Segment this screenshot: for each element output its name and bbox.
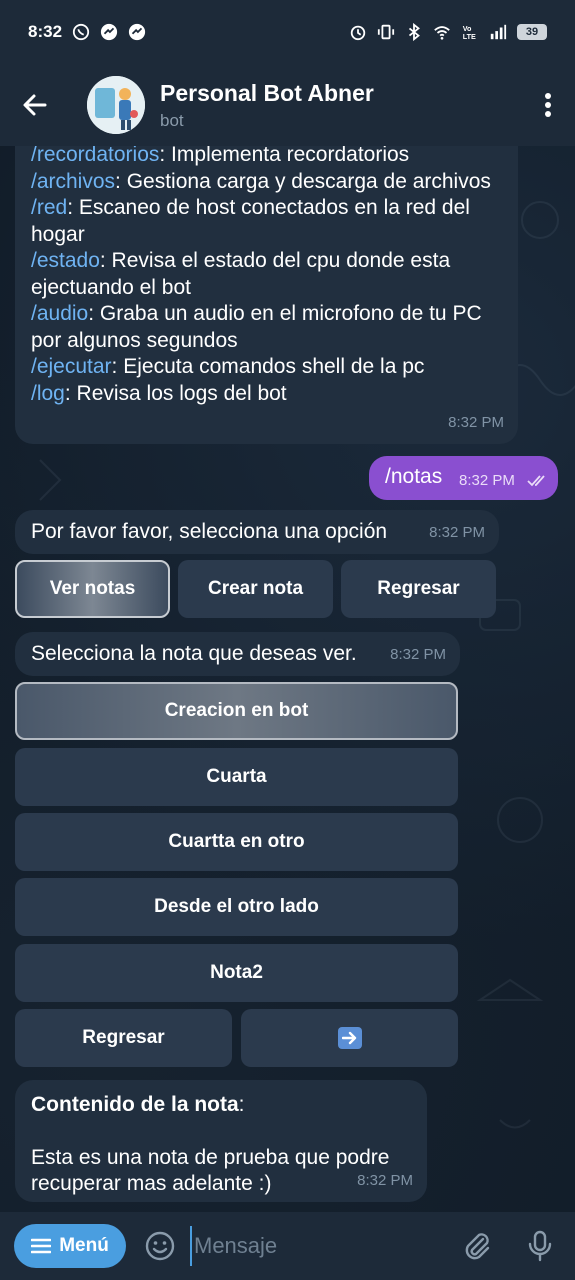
status-time: 8:32: [28, 22, 63, 41]
chat-subtitle: bot: [160, 110, 184, 130]
note-option-button[interactable]: Nota2: [15, 944, 458, 1002]
command-line: /log: Revisa los logs del bot: [31, 381, 287, 405]
chat-header: Personal Bot Abner bot: [0, 64, 575, 146]
bot-avatar[interactable]: [87, 76, 145, 134]
command-line: /red: Escaneo de host conectados en la r…: [31, 196, 470, 246]
outgoing-message: /notas 8:32 PM: [369, 456, 558, 500]
alarm-icon: [350, 25, 366, 41]
svg-text:LTE: LTE: [463, 32, 476, 41]
wifi-icon: [434, 26, 450, 40]
messenger-icon: [128, 23, 146, 41]
note-body: recuperar mas adelante :): [31, 1172, 272, 1195]
chat-title[interactable]: Personal Bot Abner: [160, 80, 374, 107]
volte-icon: VoLTE: [463, 24, 476, 41]
command-link[interactable]: /ejecutar: [31, 355, 112, 378]
message-time: 8:32 PM: [429, 523, 485, 541]
message-bubble-note: Contenido de la nota: Esta es una nota d…: [15, 1080, 427, 1202]
command-line: /recordatorios: Implementa recordatorios: [31, 146, 502, 169]
arrow-left-icon: [23, 94, 47, 116]
read-checkmarks-icon: [527, 475, 545, 487]
message-time: 8:32 PM: [357, 1171, 413, 1189]
message-time: 8:32 PM: [448, 413, 504, 431]
signal-icon: [490, 24, 507, 40]
message-input-bar: Menú: [0, 1212, 575, 1280]
regresar-button[interactable]: Regresar: [15, 1009, 232, 1067]
arrow-right-icon: [337, 1027, 362, 1049]
messenger-icon: [100, 23, 118, 41]
message-time: 8:32 PM: [390, 645, 446, 663]
regresar-button[interactable]: Regresar: [341, 560, 496, 618]
command-link[interactable]: /archivos: [31, 170, 115, 193]
message-bubble-prompt: Selecciona la nota que deseas ver. 8:32 …: [15, 632, 460, 676]
command-link[interactable]: /audio: [31, 302, 88, 325]
messages-list[interactable]: /recordatorios: Implementa recordatorios…: [0, 146, 575, 1212]
menu-icon: [31, 1238, 52, 1254]
note-title: Contenido de la nota: [31, 1093, 239, 1116]
command-line: /archivos: Gestiona carga y descarga de …: [31, 169, 491, 193]
bluetooth-icon: [408, 23, 420, 41]
ver-notas-button[interactable]: Ver notas: [15, 560, 170, 618]
note-option-button[interactable]: Desde el otro lado: [15, 878, 458, 936]
paperclip-icon[interactable]: [461, 1230, 493, 1262]
command-line: /audio: Graba un audio en el microfono d…: [31, 302, 482, 352]
message-bubble-commands: /recordatorios: Implementa recordatorios…: [15, 146, 518, 444]
note-option-button[interactable]: Creacion en bot: [15, 682, 458, 740]
status-bar: 8:32 Vo LTE 39: [0, 0, 575, 64]
more-vertical-icon: [545, 93, 551, 117]
vibrate-icon: [377, 24, 395, 40]
battery-icon: 39: [517, 24, 547, 40]
command-link[interactable]: /red: [31, 196, 67, 219]
more-options-button[interactable]: [521, 64, 575, 146]
command-link[interactable]: /recordatorios: [31, 146, 159, 166]
command-line: /ejecutar: Ejecuta comandos shell de la …: [31, 355, 425, 378]
command-link[interactable]: /estado: [31, 249, 100, 272]
bot-menu-button[interactable]: Menú: [14, 1224, 126, 1268]
next-page-button[interactable]: [241, 1009, 458, 1067]
note-body: Esta es una nota de prueba que podre: [31, 1145, 390, 1169]
message-input[interactable]: [190, 1226, 440, 1266]
emoji-icon[interactable]: [144, 1230, 176, 1262]
message-bubble-prompt: Por favor favor, selecciona una opción 8…: [15, 510, 499, 554]
note-option-button[interactable]: Cuartta en otro: [15, 813, 458, 871]
crear-nota-button[interactable]: Crear nota: [178, 560, 333, 618]
back-button[interactable]: [0, 64, 70, 146]
note-option-button[interactable]: Cuarta: [15, 748, 458, 806]
message-time: 8:32 PM: [459, 472, 515, 489]
microphone-icon[interactable]: [525, 1230, 555, 1262]
whatsapp-icon: [72, 23, 90, 41]
outgoing-text: /notas: [385, 465, 443, 488]
command-line: /estado: Revisa el estado del cpu donde …: [31, 249, 451, 299]
command-link[interactable]: /log: [31, 382, 65, 405]
